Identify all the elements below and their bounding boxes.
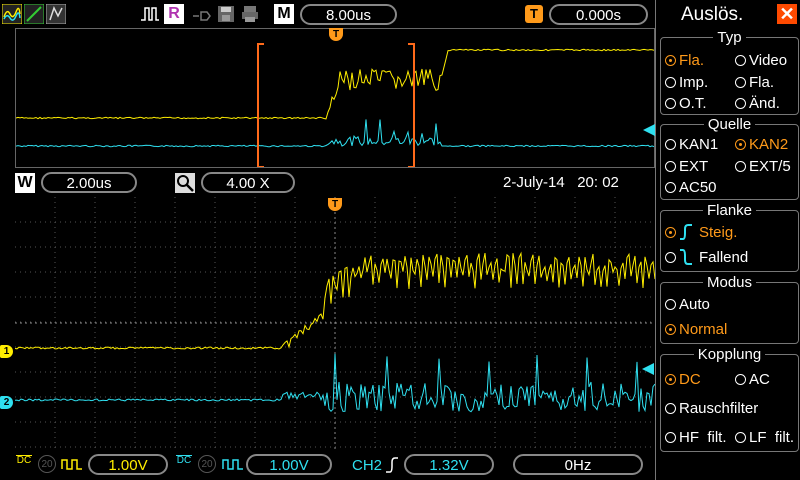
trigger-level-arrow[interactable] [642,363,654,375]
falling-edge-icon [680,249,692,265]
flanke-header: Flanke [702,202,757,219]
quelle-option-ac50[interactable]: AC50 [665,179,717,196]
quelle-option-ext[interactable]: EXT [665,158,708,175]
ch1-invert-icon[interactable] [61,457,83,471]
typ-header: Typ [713,29,746,46]
ramp-icon[interactable] [24,4,44,24]
typ-option-slope[interactable]: Fla. [735,74,774,91]
save-icon[interactable] [216,4,236,24]
kopplung-option-ac[interactable]: AC [735,371,770,388]
measure-icon[interactable] [46,4,66,24]
close-icon[interactable]: ✕ [777,4,797,24]
flanke-option-falling[interactable]: Fallend [665,248,748,266]
zoom-factor-display[interactable]: 4.00 X [201,172,295,193]
flanke-option-rising[interactable]: Steig. [665,223,737,241]
ch1-marker[interactable]: 1 [0,345,13,358]
panel-header: Auslös. ✕ [656,0,800,28]
top-toolbar: R M 8.00us T 0.000s [0,0,655,28]
modus-option-auto[interactable]: Auto [665,296,710,313]
typ-option-edge[interactable]: Fla. [665,52,704,69]
zoom-bracket-right [408,43,415,167]
quelle-option-kan2[interactable]: KAN2 [735,136,788,153]
kopplung-section: Kopplung DC AC Rauschfilter HF filt. LF … [660,346,799,452]
typ-section: Typ Fla. Video Imp. Fla. O.T. Änd. [660,29,799,115]
modus-header: Modus [702,274,757,291]
modus-option-normal[interactable]: Normal [665,321,727,338]
typ-option-video[interactable]: Video [735,52,787,69]
zoom-bracket-left [257,43,264,167]
panel-title: Auslös. [681,4,744,25]
kopplung-option-lf-filter[interactable]: LF filt. [735,429,794,446]
quelle-option-ext5[interactable]: EXT/5 [735,158,791,175]
trigger-level[interactable]: 1.32V [404,454,494,475]
date-time: 2-July-14 20: 02 [503,174,619,191]
ch2-bw-limit[interactable]: 20 [198,455,216,473]
flanke-section: Flanke Steig. Fallend [660,202,799,272]
bottom-status-bar: DC 20 1.00V DC 20 1.00V CH2 1.32V 0Hz [0,452,655,480]
trigger-icon: T [525,5,543,23]
kopplung-option-hf-filter[interactable]: HF filt. [665,429,727,446]
ch1-scale[interactable]: 1.00V [88,454,168,475]
ch1-wave-icon[interactable] [2,4,22,24]
typ-option-change[interactable]: Änd. [735,95,780,112]
window-time-display[interactable]: 2.00us [41,172,137,193]
probe-icon[interactable] [192,4,212,24]
quelle-option-kan1[interactable]: KAN1 [665,136,718,153]
quelle-header: Quelle [703,116,756,133]
overview-traces [16,43,654,167]
zoom-icon[interactable] [175,173,195,193]
overview-level-arrow [643,124,655,136]
mode-indicator[interactable]: M [274,4,294,24]
typ-option-ot[interactable]: O.T. [665,95,707,112]
main-waveform[interactable]: T [15,197,655,449]
ch1-coupling[interactable]: DC [16,455,32,466]
frequency-counter: 0Hz [513,454,643,475]
main-traces [15,197,655,449]
ch2-marker[interactable]: 2 [0,396,13,409]
trigger-menu-panel: Auslös. ✕ Typ Fla. Video Imp. Fla. O.T. … [655,0,800,480]
rising-edge-icon [680,224,692,240]
rising-edge-icon [386,457,398,473]
kopplung-header: Kopplung [693,346,766,363]
pulse-icon[interactable] [140,4,160,24]
trigger-source[interactable]: CH2 [352,457,382,474]
modus-section: Modus Auto Normal [660,274,799,344]
kopplung-option-dc[interactable]: DC [665,371,701,388]
ch2-coupling[interactable]: DC [176,455,192,466]
run-indicator[interactable]: R [164,4,184,24]
ch1-bw-limit[interactable]: 20 [38,455,56,473]
trigger-offset-display[interactable]: 0.000s [549,4,648,25]
ch2-scale[interactable]: 1.00V [246,454,332,475]
timebase-display[interactable]: 8.00us [300,4,397,25]
quelle-section: Quelle KAN1 KAN2 EXT EXT/5 AC50 [660,116,799,200]
ch2-invert-icon[interactable] [222,457,244,471]
zoom-bar: W 2.00us 4.00 X 2-July-14 20: 02 [15,170,655,196]
kopplung-option-noise-filter[interactable]: Rauschfilter [665,400,758,417]
overview-waveform[interactable]: T [15,28,655,168]
window-indicator[interactable]: W [15,173,35,193]
print-icon[interactable] [240,4,260,24]
typ-option-pulse[interactable]: Imp. [665,74,708,91]
